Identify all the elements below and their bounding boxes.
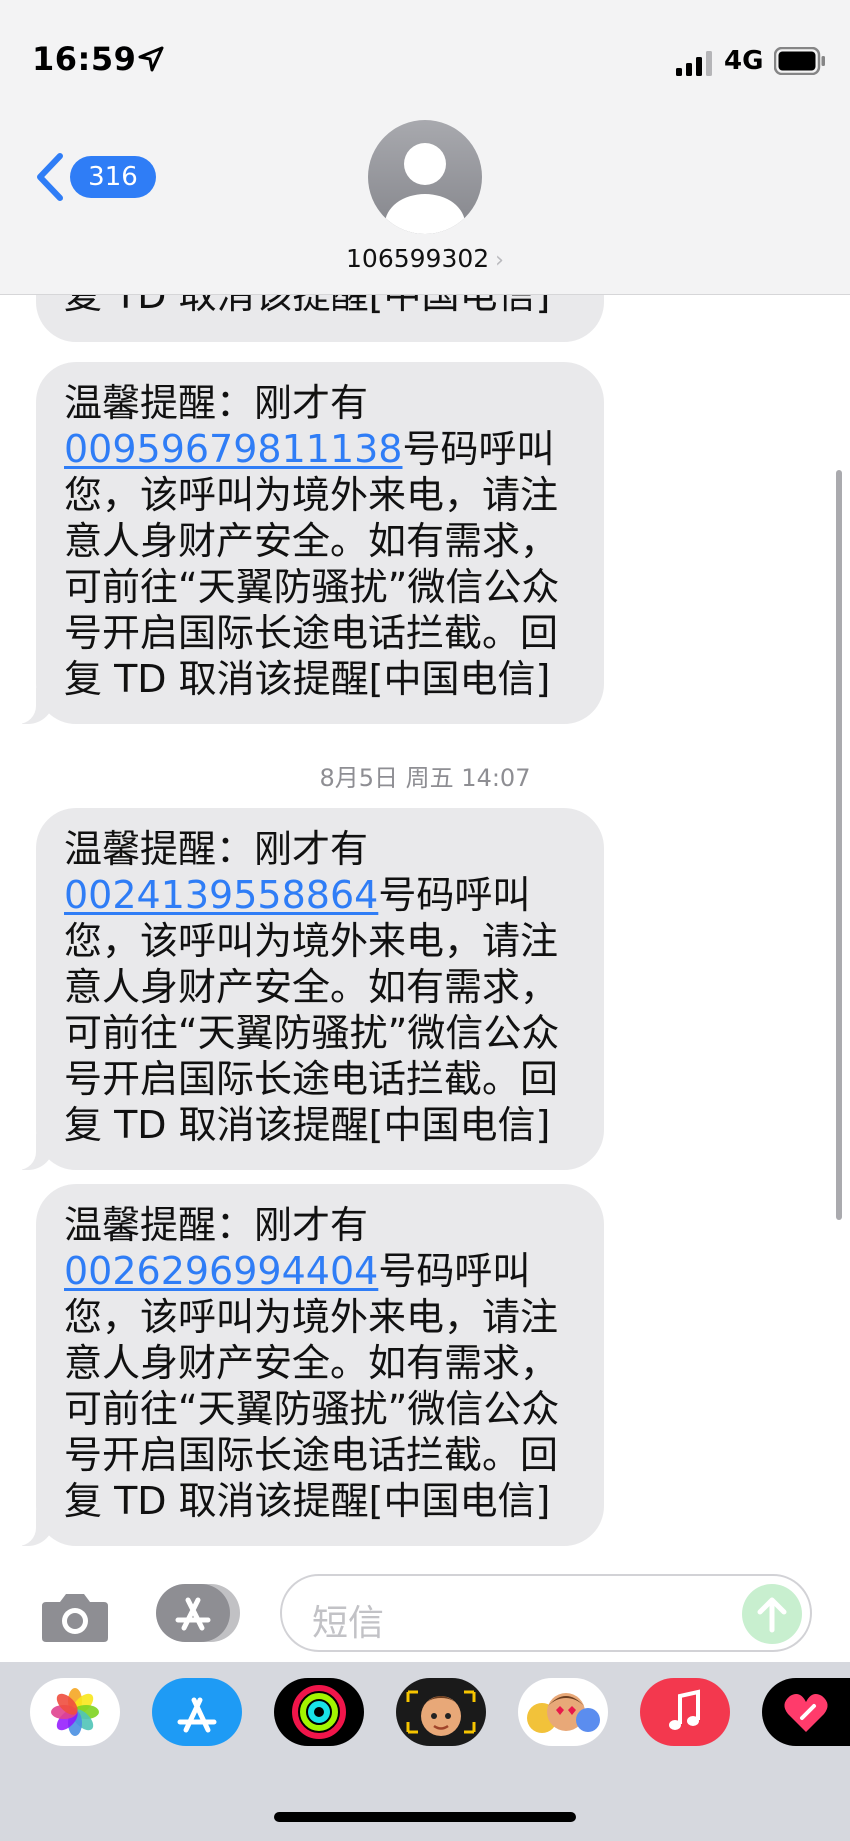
location-arrow-icon [138,46,164,72]
conversation-header: 16:59 4G 316 106599302 › [0,0,850,295]
phone-number-link[interactable]: 0026296994404 [64,1249,378,1293]
phone-number-link[interactable]: 0024139558864 [64,873,378,917]
network-type: 4G [724,46,764,76]
contact-avatar[interactable] [368,120,482,234]
message-input-placeholder: 短信 [312,1603,385,1644]
app-store-icon[interactable] [152,1678,242,1746]
home-indicator[interactable] [274,1812,576,1822]
chevron-right-icon: › [495,248,504,273]
battery-icon [774,47,825,75]
message-text: 号码呼叫 [402,427,555,471]
contact-number: 106599302 [346,244,490,273]
message-body: 您，该呼叫为境外来电，请注意人身财产安全。如有需求，可前往“天翼防骚扰”微信公众… [64,1295,560,1523]
contact-name[interactable]: 106599302 › [0,244,850,273]
photos-icon[interactable] [30,1678,120,1746]
back-chevron-icon[interactable] [34,152,66,202]
scrollbar[interactable] [836,470,842,1220]
music-icon[interactable] [640,1678,730,1746]
message-bubble[interactable]: 温馨提醒：刚才有 0026296994404号码呼叫您，该呼叫为境外来电，请注意… [10,1184,604,1546]
message-input-field[interactable]: 短信 [280,1574,812,1652]
phone-number-link[interactable]: 00959679811138 [64,427,402,471]
status-time: 16:59 [32,40,137,78]
heart-digital-touch-icon[interactable] [762,1678,850,1746]
back-unread-badge[interactable]: 316 [70,156,156,198]
message-timestamp: 8月5日 周五 14:07 [319,764,531,792]
message-prefix: 温馨提醒：刚才有 [64,1203,369,1247]
cellular-signal-icon [676,51,712,76]
app-store-apps-icon[interactable] [154,1582,242,1644]
message-prefix: 温馨提醒：刚才有 [64,827,369,871]
message-text: 号码呼叫 [378,1249,531,1293]
message-body: 您，该呼叫为境外来电，请注意人身财产安全。如有需求，可前往“天翼防骚扰”微信公众… [64,473,560,701]
send-button[interactable] [742,1584,802,1644]
message-text: 号码呼叫 [378,873,531,917]
camera-icon[interactable] [40,1588,110,1644]
message-bubble[interactable]: 温馨提醒：刚才有 0024139558864号码呼叫您，该呼叫为境外来电，请注意… [10,808,604,1170]
message-bubble[interactable]: 温馨提醒：刚才有 00959679811138号码呼叫您，该呼叫为境外来电，请注… [10,362,604,724]
memoji-stickers-icon[interactable] [518,1678,608,1746]
message-prefix: 温馨提醒：刚才有 [64,381,369,425]
message-body: 您，该呼叫为境外来电，请注意人身财产安全。如有需求，可前往“天翼防骚扰”微信公众… [64,919,560,1147]
activity-icon[interactable] [274,1678,364,1746]
memoji-icon[interactable] [396,1678,486,1746]
arrow-up-icon [757,1597,787,1633]
